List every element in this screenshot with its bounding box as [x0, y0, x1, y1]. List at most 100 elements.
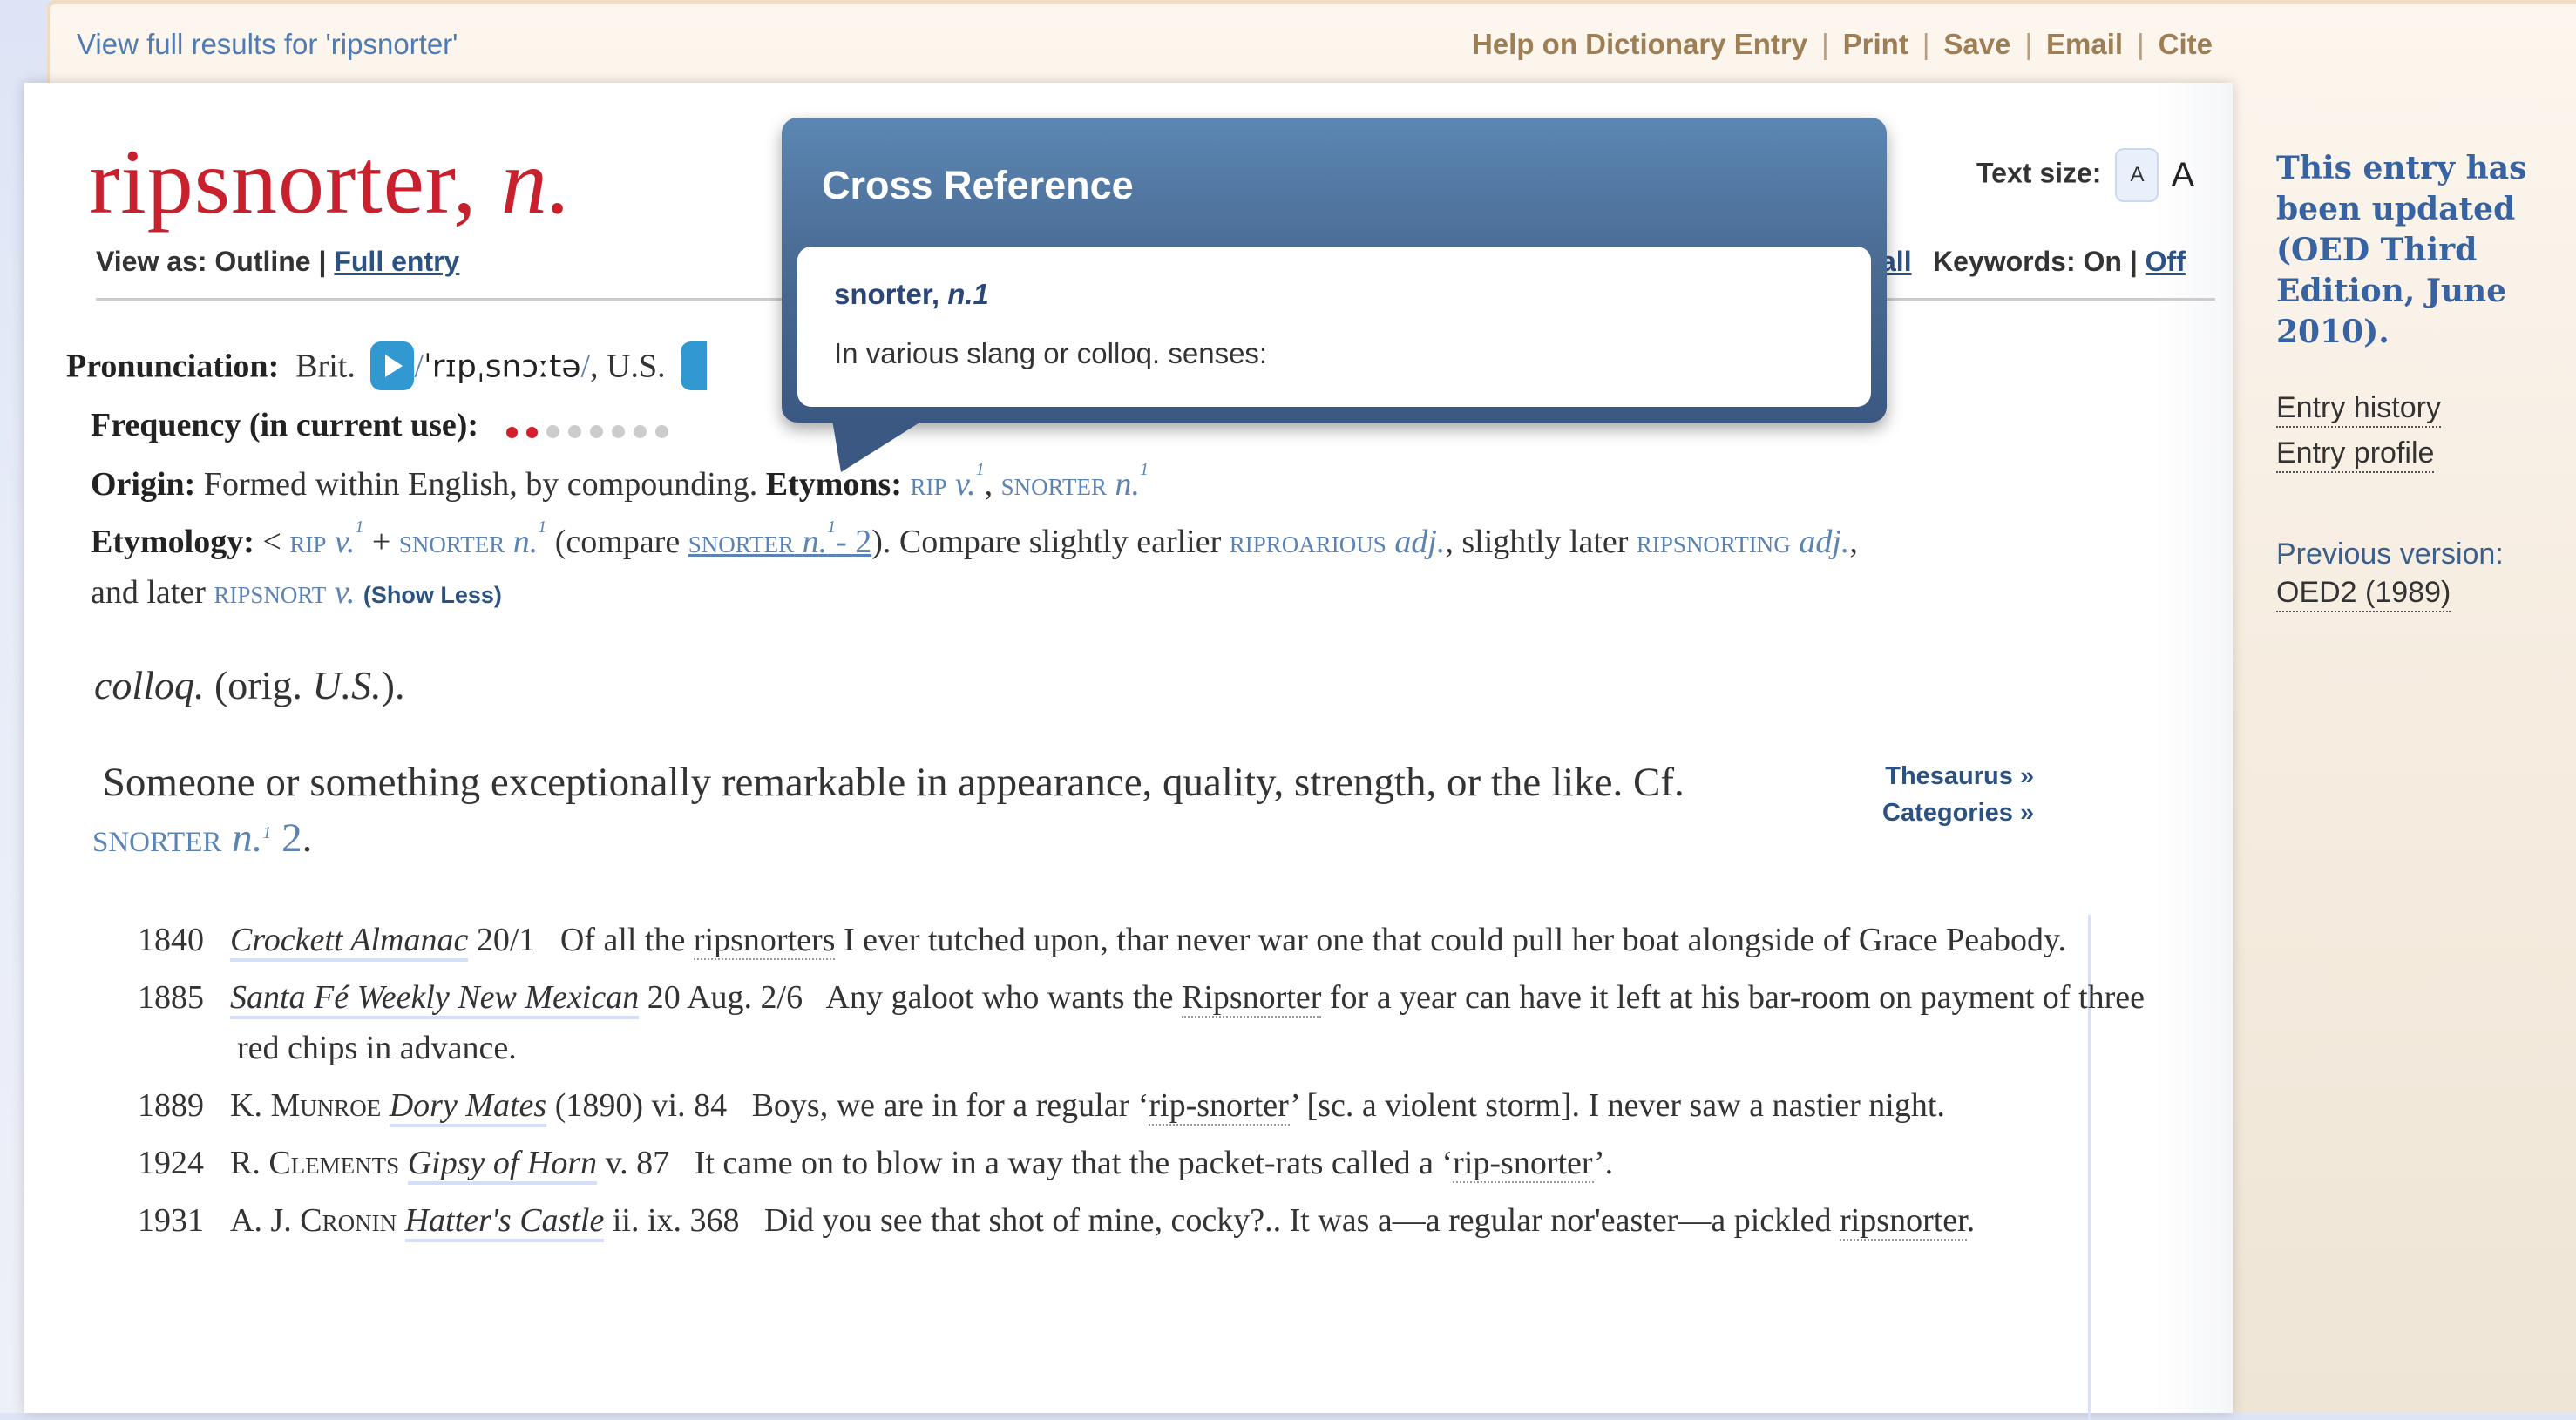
quotation-source-link[interactable]: Hatter's Castle: [404, 1202, 605, 1242]
etymology-row-continued: and later ripsnort v. (Show Less): [91, 573, 502, 612]
definition-text: .: [302, 815, 313, 861]
text-size-large-button[interactable]: A: [2171, 156, 2194, 195]
homograph-number: 1: [975, 460, 985, 479]
xref-rip-link[interactable]: rip v.1: [289, 517, 363, 560]
frequency-dot-empty: [633, 425, 647, 439]
quotation-reference: 20 Aug. 2/6: [647, 979, 803, 1016]
previous-version-link[interactable]: OED2 (1989): [2276, 574, 2451, 612]
xref-pos: n.: [232, 815, 263, 861]
origin-row: Origin: Formed within English, by compou…: [91, 460, 1149, 504]
xref-word: rip: [289, 524, 327, 560]
full-entry-link[interactable]: Full entry: [334, 246, 459, 277]
separator: |: [1821, 28, 1829, 60]
xref-word: snorter: [92, 815, 222, 861]
quotation: 1885 Santa Fé Weekly New Mexican 20 Aug. …: [92, 972, 2172, 1073]
xref-ripsnort-link[interactable]: ripsnort v.: [214, 574, 355, 611]
slash: /: [580, 348, 591, 385]
slash: /: [414, 348, 424, 385]
xref-word: riproarious: [1229, 524, 1386, 560]
quotation-source-link[interactable]: Crockett Almanac: [230, 922, 469, 962]
quotation-author: A. J. Cronin: [230, 1202, 397, 1239]
updated-notice: This entry has been updated (OED Third E…: [2276, 150, 2527, 350]
xref-word: ripsnort: [214, 574, 327, 611]
quotation: 1840 Crockett Almanac 20/1 Of all the rip…: [92, 915, 2172, 965]
popup-headword: snorter,: [834, 278, 940, 310]
region-label: U.S.: [312, 663, 382, 707]
quotation-source-link[interactable]: Dory Mates: [389, 1087, 547, 1127]
xref-word: snorter: [688, 524, 795, 560]
play-audio-icon[interactable]: [370, 341, 415, 390]
sense-number: 2: [281, 815, 302, 861]
frequency-row: Frequency (in current use):: [91, 406, 677, 447]
quotation-keyword: ripsnorters: [693, 922, 836, 960]
quotation-author: K. Munroe: [230, 1087, 382, 1124]
part-of-speech: n.: [500, 131, 573, 233]
quotation-reference: v. 87: [605, 1145, 670, 1181]
help-link[interactable]: Help on Dictionary Entry: [1472, 28, 1807, 60]
xref-pos: n.: [512, 524, 539, 560]
etymology-text: and later: [91, 574, 206, 611]
quotation: 1924 R. Clements Gipsy of Horn v. 87 It c…: [92, 1138, 2172, 1188]
popup-title: Cross Reference: [822, 163, 1134, 207]
quotation-text: Did you see that shot of mine, cocky?.. …: [764, 1202, 1840, 1239]
xref-pos: v.: [334, 524, 356, 560]
xref-word: ripsnorting: [1636, 524, 1791, 560]
quotation-text: Of all the: [559, 922, 694, 958]
view-as-toggle: View as: Outline | Full entry: [96, 246, 459, 278]
homograph-number: 1: [262, 823, 272, 842]
definition-xref-link[interactable]: snorter n.1 2: [92, 815, 302, 861]
quotation-source-link[interactable]: Gipsy of Horn: [407, 1145, 598, 1185]
etymon-snorter-link[interactable]: snorter n.1: [1001, 460, 1149, 503]
homograph-number: 1: [538, 517, 547, 537]
etymology-row: Etymology: < rip v.1 + snorter n.1 (comp…: [91, 517, 1858, 561]
sidebar: This entry has been updated (OED Third E…: [2276, 148, 2555, 612]
quotation-text: ’ [sc. a violent storm]. I never saw a n…: [1290, 1087, 1945, 1124]
quotation-year: 1885: [138, 979, 204, 1016]
quotation-text: I ever tutched upon, thar never war one …: [835, 922, 2066, 958]
frequency-dot-filled: [505, 427, 518, 439]
separator: |: [2024, 28, 2033, 60]
frequency-dot-empty: [654, 425, 668, 439]
keywords-off-link[interactable]: Off: [2146, 246, 2186, 277]
print-link[interactable]: Print: [1843, 28, 1908, 60]
popup-body: snorter, n.1 In various slang or colloq.…: [797, 247, 1871, 407]
categories-link[interactable]: Categories »: [1882, 795, 2034, 831]
xref-pos: n.: [1115, 466, 1140, 503]
view-full-results-link[interactable]: View full results for 'ripsnorter': [77, 28, 458, 61]
thesaurus-link[interactable]: Thesaurus »: [1882, 758, 2034, 795]
xref-pos: v.: [334, 574, 356, 611]
separator: |: [1922, 28, 1930, 60]
page-title: ripsnorter, n.: [89, 129, 572, 235]
frequency-dot-empty: [546, 425, 559, 439]
popup-headword-link[interactable]: snorter, n.1: [834, 278, 989, 311]
etymology-text: +: [371, 524, 391, 560]
email-link[interactable]: Email: [2046, 28, 2123, 60]
cite-link[interactable]: Cite: [2159, 28, 2213, 60]
definition-text: Someone or something exceptionally remar…: [102, 760, 1685, 805]
save-link[interactable]: Save: [1943, 28, 2010, 60]
brit-label: Brit.: [295, 348, 356, 385]
quotation-keyword: ripsnorter: [1840, 1202, 1967, 1241]
etymology-text: ,: [1849, 524, 1858, 560]
quotation-source-link[interactable]: Santa Fé Weekly New Mexican: [230, 979, 640, 1019]
entry-profile-link[interactable]: Entry profile: [2276, 435, 2435, 473]
xref-pos: n.: [802, 524, 828, 560]
quotation: 1931 A. J. Cronin Hatter's Castle ii. ix.…: [92, 1195, 2172, 1246]
show-less-link[interactable]: (Show Less): [363, 582, 502, 608]
xref-ripsnorting-link[interactable]: ripsnorting adj.: [1637, 524, 1849, 560]
text-size-small-button[interactable]: A: [2115, 148, 2159, 202]
xref-snorter-link[interactable]: snorter n.1: [399, 517, 546, 560]
entry-history-link[interactable]: Entry history: [2276, 389, 2441, 428]
definition: Someone or something exceptionally remar…: [92, 754, 1748, 866]
frequency-dots: [505, 409, 677, 447]
frequency-dot-empty: [611, 425, 625, 439]
xref-snorter-sense-link[interactable]: snorter n.1- 2: [688, 517, 872, 560]
quotation-list: 1840 Crockett Almanac 20/1 Of all the rip…: [92, 915, 2145, 1420]
play-audio-us-icon[interactable]: [681, 341, 708, 390]
quotation-reference: 20/1: [476, 922, 536, 958]
keywords-toggle: Keywords: On | Off: [1933, 246, 2186, 278]
view-as-label: View as: Outline |: [96, 246, 327, 277]
etymology-label: Etymology:: [91, 524, 254, 560]
pronunciation-label: Pronunciation:: [66, 348, 280, 385]
xref-riproarious-link[interactable]: riproarious adj.: [1230, 524, 1446, 560]
